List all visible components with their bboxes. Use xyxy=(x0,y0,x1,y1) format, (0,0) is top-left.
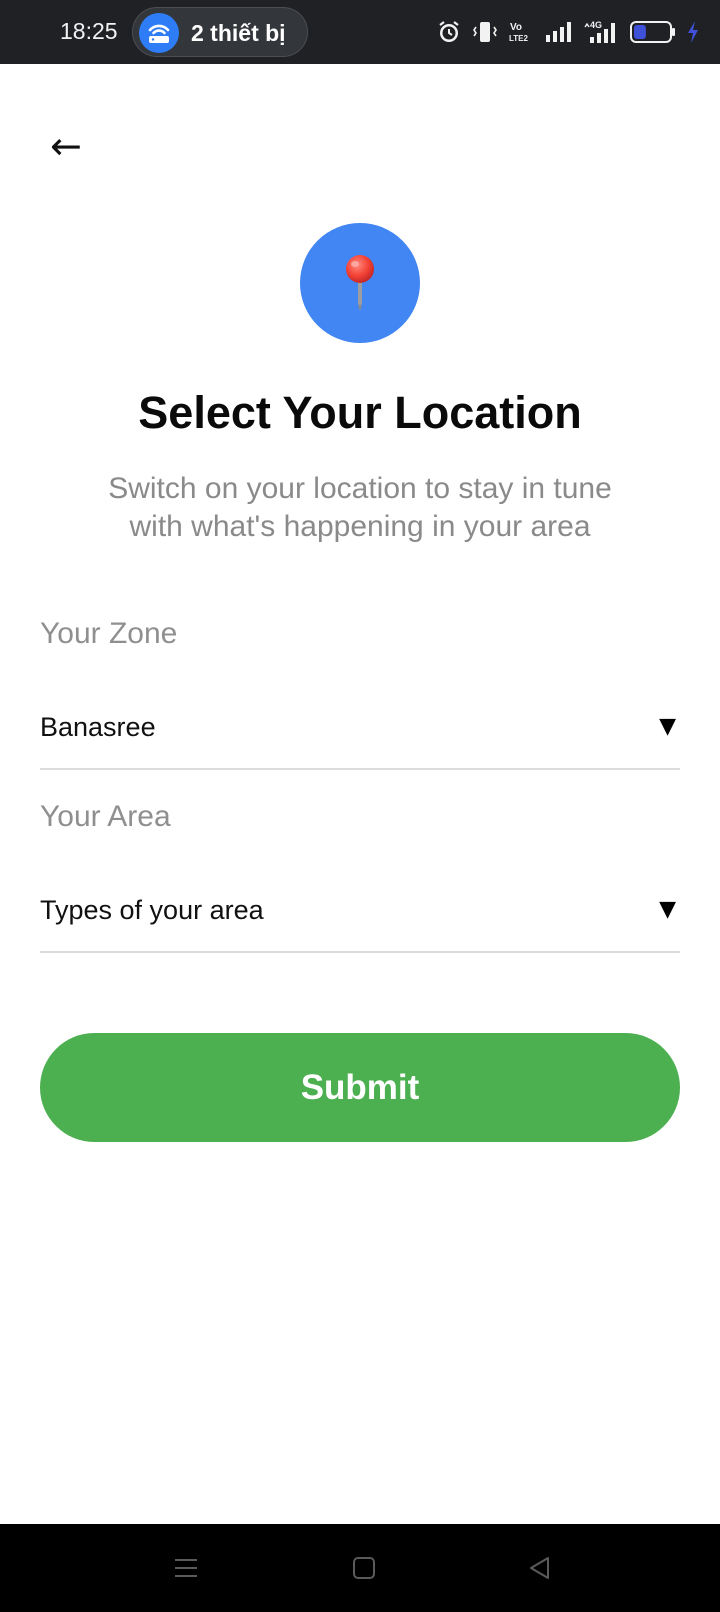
network-type: 4G xyxy=(590,20,602,30)
svg-text:LTE2: LTE2 xyxy=(509,34,529,43)
back-triangle-icon[interactable] xyxy=(516,1544,564,1592)
menu-icon[interactable] xyxy=(162,1544,210,1592)
status-time: 18:25 xyxy=(60,18,118,44)
back-arrow-icon[interactable]: ← xyxy=(50,122,98,170)
area-dropdown-value: Types of your area xyxy=(40,895,264,925)
page-title: Select Your Location xyxy=(138,387,582,438)
chevron-down-icon: ▼ xyxy=(659,714,676,739)
volte-icon: Vo LTE2 xyxy=(508,19,534,45)
location-icon-circle xyxy=(300,223,420,343)
page-subtitle: Switch on your location to stay in tune … xyxy=(108,472,612,543)
status-bar: 18:25 2 thiết bị Vo LTE2 4G xyxy=(0,0,720,64)
zone-label: Your Zone xyxy=(40,617,178,650)
area-dropdown[interactable]: Types of your area ▼ xyxy=(40,883,680,953)
4g-signal-icon: 4G xyxy=(584,19,620,45)
area-label: Your Area xyxy=(40,800,171,833)
hotspot-pill[interactable]: 2 thiết bị xyxy=(132,7,308,57)
navigation-bar xyxy=(0,1524,720,1612)
map-pin-icon xyxy=(346,255,374,311)
alarm-icon xyxy=(436,19,462,45)
zone-dropdown[interactable]: Banasree ▼ xyxy=(40,700,680,770)
signal-icon xyxy=(544,20,574,44)
submit-button[interactable]: Submit xyxy=(40,1033,680,1142)
zone-dropdown-value: Banasree xyxy=(40,712,156,742)
hotspot-label: 2 thiết bị xyxy=(191,20,286,46)
battery-icon xyxy=(630,19,676,45)
chevron-down-icon: ▼ xyxy=(659,897,676,922)
home-icon[interactable] xyxy=(340,1544,388,1592)
charging-icon xyxy=(686,19,700,45)
vibrate-icon xyxy=(472,19,498,45)
hotspot-icon xyxy=(139,13,179,53)
svg-text:Vo: Vo xyxy=(510,22,522,33)
status-icons: Vo LTE2 4G xyxy=(436,0,700,64)
